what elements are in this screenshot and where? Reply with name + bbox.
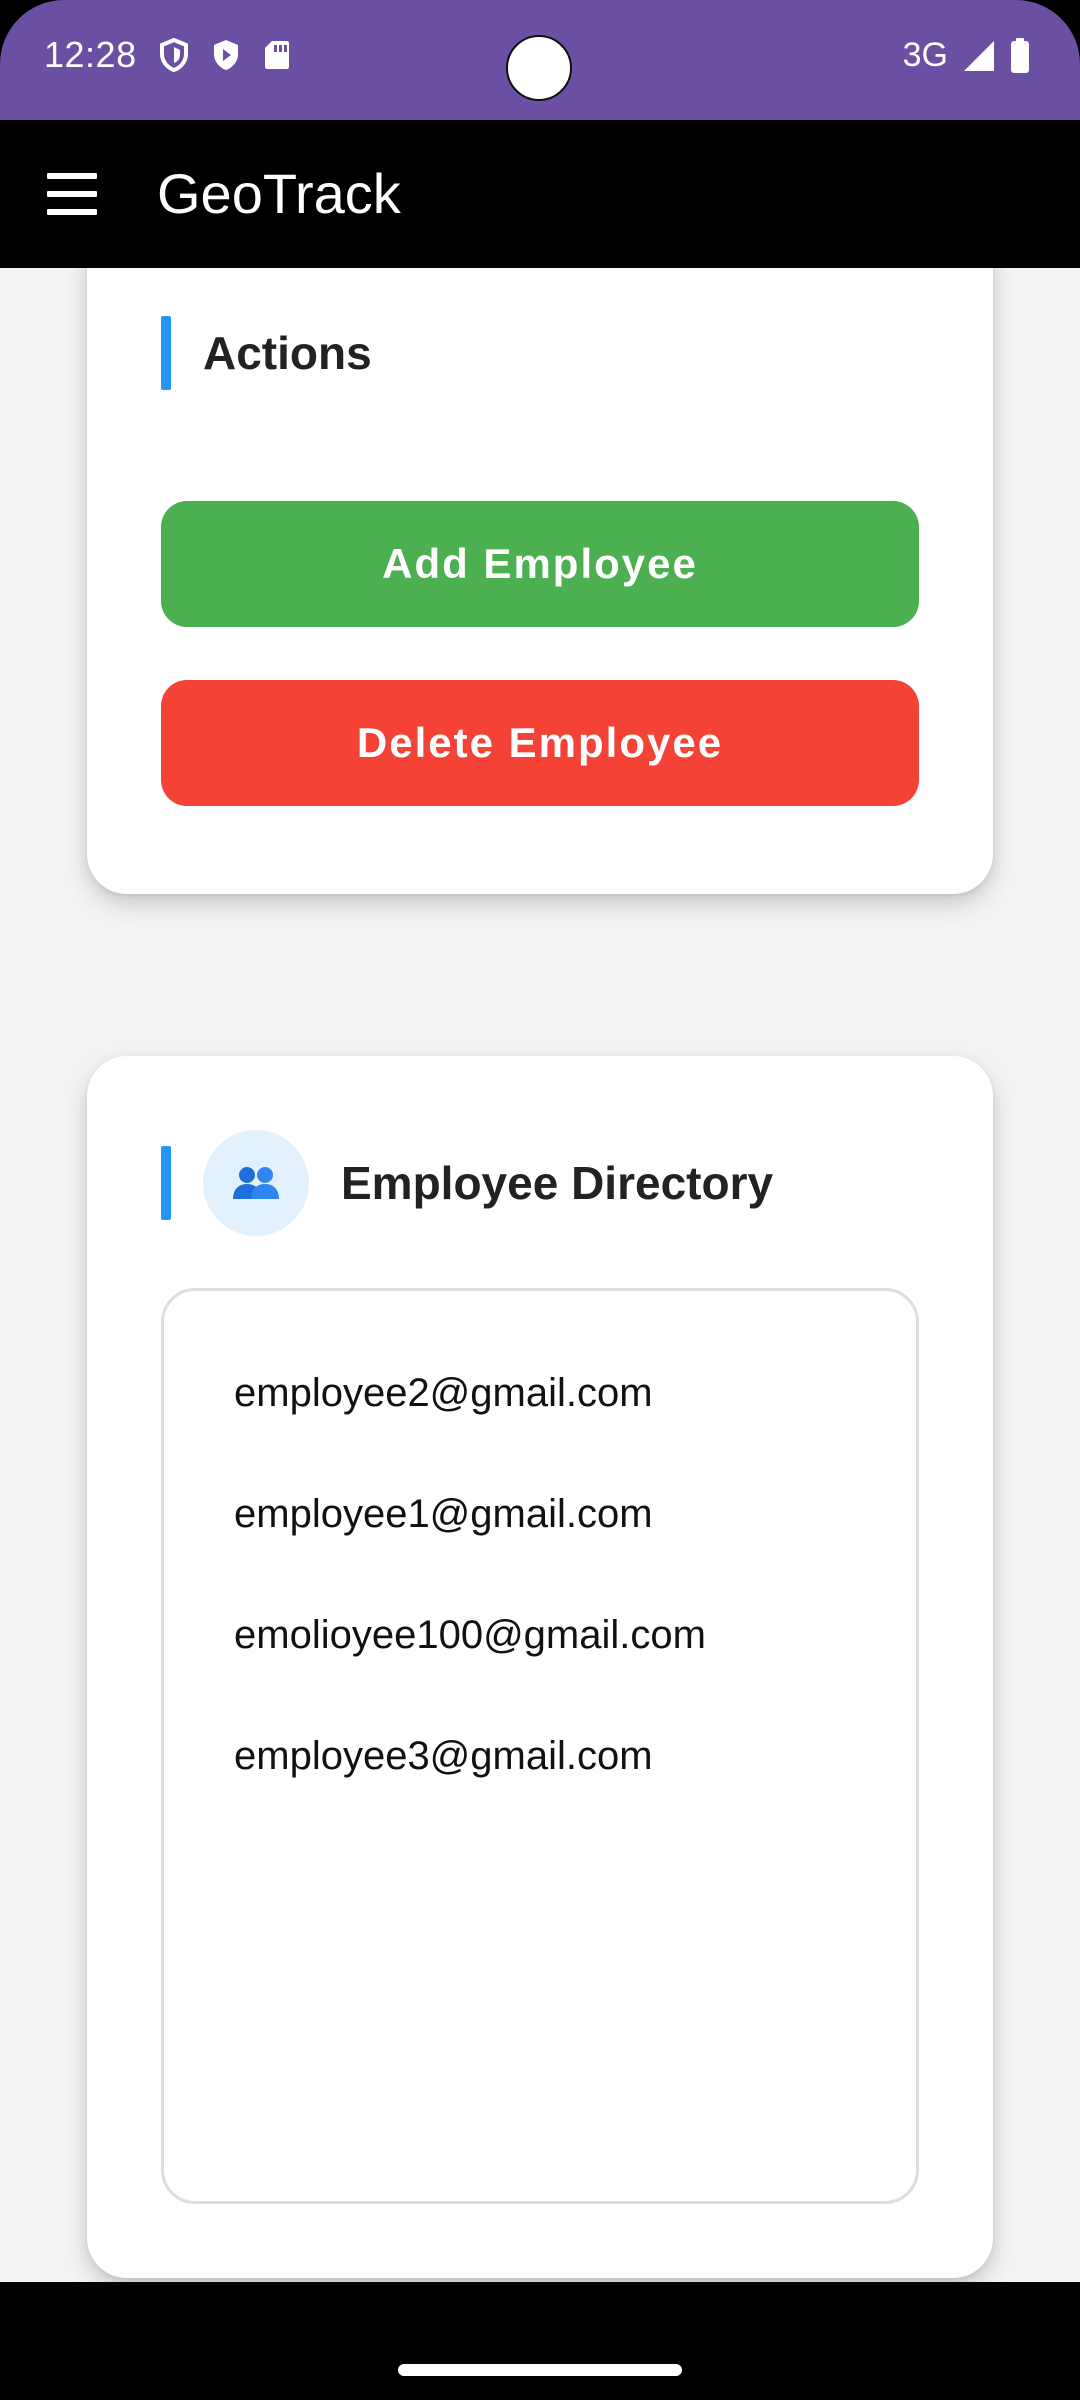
app-title: GeoTrack: [157, 162, 401, 225]
employee-list-item[interactable]: employee2@gmail.com: [234, 1369, 653, 1417]
employee-directory-card: Employee Directory employee2@gmail.com e…: [87, 1056, 993, 2278]
status-bar: 12:28 3G: [0, 0, 1080, 120]
signal-icon: [962, 39, 996, 73]
menu-bar: [47, 191, 97, 197]
people-icon: [203, 1130, 309, 1236]
actions-card: Actions Add Employee Delete Employee: [87, 268, 993, 894]
directory-title: Employee Directory: [341, 1157, 774, 1209]
section-accent-bar: [161, 316, 171, 390]
delete-employee-button[interactable]: Delete Employee: [161, 680, 919, 806]
phone-screen: 12:28 3G GeoTrack Actions Add Employee D…: [0, 0, 1080, 2400]
app-bar: GeoTrack: [0, 120, 1080, 268]
employee-list-item[interactable]: employee3@gmail.com: [234, 1732, 653, 1780]
menu-bar: [47, 209, 97, 215]
menu-bar: [47, 173, 97, 179]
navigation-bar: [0, 2282, 1080, 2400]
network-type: 3G: [902, 36, 948, 74]
battery-icon: [1010, 37, 1030, 74]
play-protect-icon: [211, 38, 241, 72]
hamburger-menu-icon[interactable]: [40, 166, 104, 222]
status-left: 12:28: [44, 34, 291, 76]
status-time: 12:28: [44, 34, 137, 75]
employee-list[interactable]: employee2@gmail.com employee1@gmail.com …: [161, 1288, 919, 2204]
actions-title: Actions: [203, 327, 372, 379]
sd-card-icon: [263, 39, 291, 71]
employee-list-item[interactable]: employee1@gmail.com: [234, 1490, 653, 1538]
actions-header: Actions: [161, 316, 372, 390]
camera-cutout: [506, 35, 572, 101]
section-accent-bar: [161, 1146, 171, 1220]
employee-list-item[interactable]: emolioyee100@gmail.com: [234, 1611, 706, 1659]
add-employee-button[interactable]: Add Employee: [161, 501, 919, 627]
shield-icon: [159, 38, 189, 72]
status-right: 3G: [903, 36, 1030, 75]
directory-header: Employee Directory: [161, 1130, 773, 1236]
home-gesture-handle[interactable]: [398, 2364, 682, 2376]
main-content[interactable]: Actions Add Employee Delete Employee Emp…: [0, 268, 1080, 2282]
